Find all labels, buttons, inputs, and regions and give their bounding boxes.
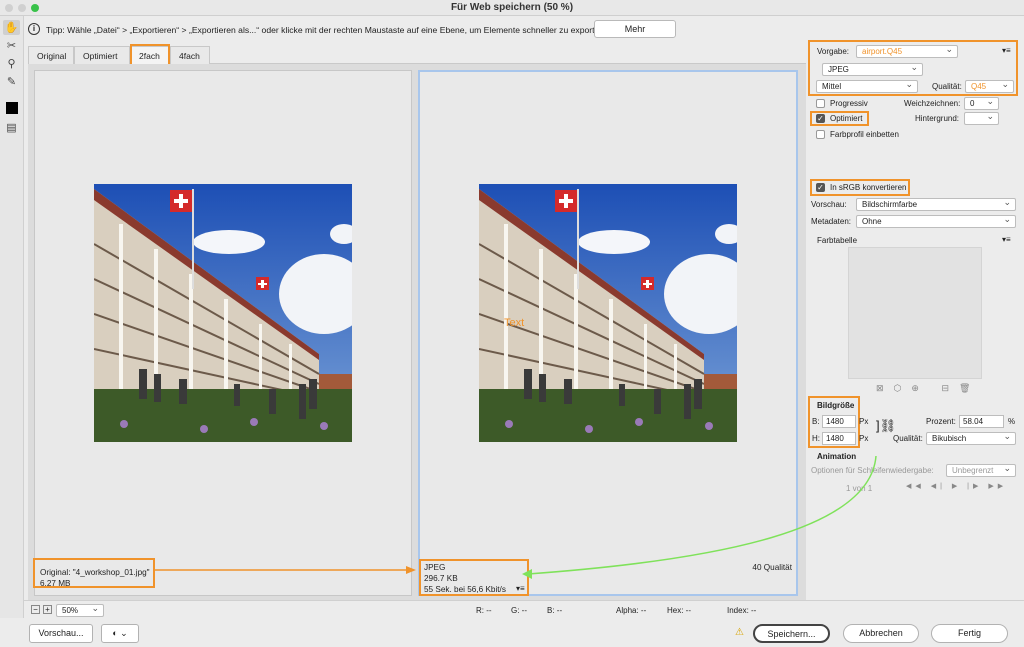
zoom-select[interactable]: 50% <box>56 604 104 617</box>
index-readout: Index: -- <box>727 606 757 615</box>
green-arrowhead <box>522 569 532 579</box>
blue-readout: B: -- <box>547 606 563 615</box>
status-bar: − + 50% R: -- G: -- B: -- Alpha: -- Hex:… <box>24 600 1024 618</box>
green-arrow <box>527 455 877 575</box>
bottom-bar: Vorschau... ◐ ⌄ ⚠ Speichern... Abbrechen… <box>0 618 1024 647</box>
green-readout: G: -- <box>511 606 527 615</box>
cancel-button[interactable]: Abbrechen <box>843 624 919 643</box>
done-button[interactable]: Fertig <box>931 624 1008 643</box>
orange-arrowhead <box>406 566 416 574</box>
hex-readout: Hex: -- <box>667 606 691 615</box>
preview-button[interactable]: Vorschau... <box>29 624 93 643</box>
browser-preview-button[interactable]: ◐ ⌄ <box>101 624 139 643</box>
zoom-out-button[interactable]: − <box>31 605 40 614</box>
alpha-readout: Alpha: -- <box>616 606 647 615</box>
zoom-in-button[interactable]: + <box>43 605 52 614</box>
save-button[interactable]: Speichern... <box>753 624 830 643</box>
annotation-arrows <box>153 455 877 579</box>
warning-icon: ⚠ <box>735 627 744 638</box>
red-readout: R: -- <box>476 606 492 615</box>
